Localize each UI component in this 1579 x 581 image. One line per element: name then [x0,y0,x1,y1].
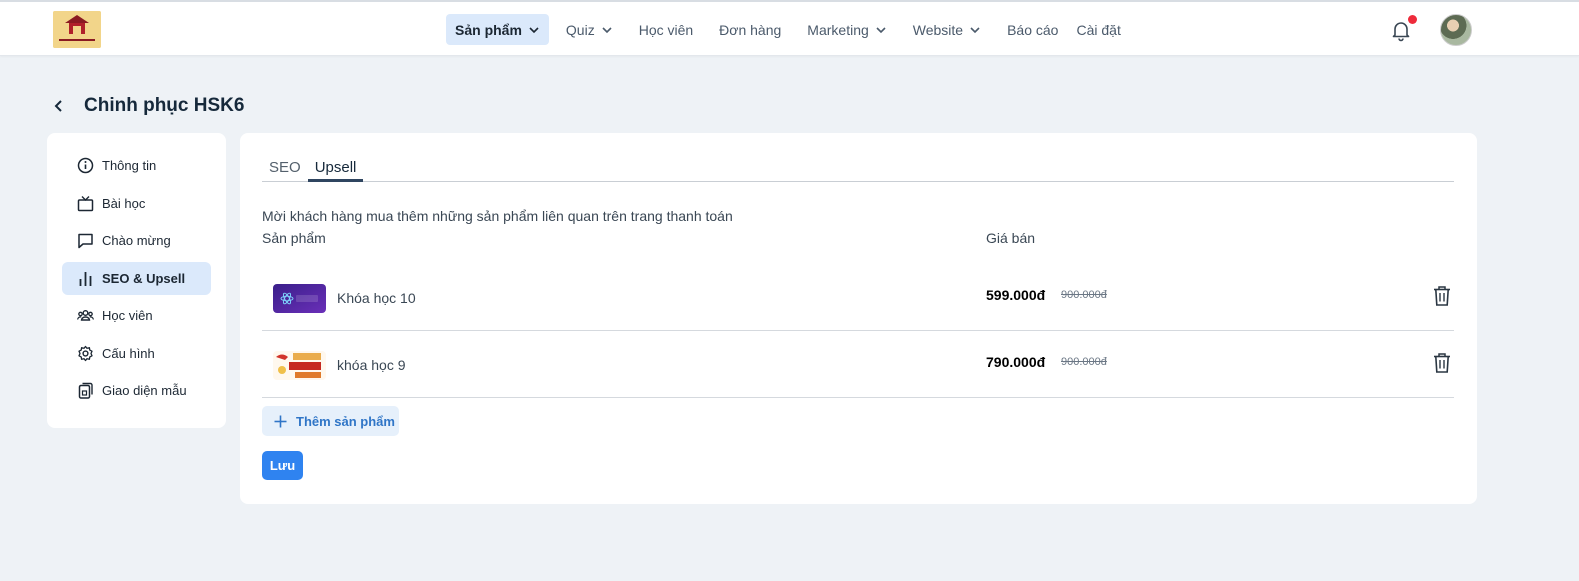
sidebar-item-lessons[interactable]: Bài học [62,187,211,220]
column-header-product: Sản phẩm [262,230,326,246]
chevron-left-icon [54,100,62,112]
chevron-down-icon [970,26,980,33]
page-title: Chinh phục HSK6 [84,95,245,116]
sidebar-item-label: Giao diện mẫu [102,383,187,398]
gear-icon [77,345,94,362]
nav-item-label: Quiz [565,21,595,38]
nav-item-label: Marketing [807,21,869,38]
avatar[interactable] [1440,14,1472,46]
sidebar-item-label: Cấu hình [102,345,155,361]
main-nav: Sản phẩm Quiz Học viên Đơn hàng Marketin… [446,14,1130,45]
product-thumbnail [273,351,326,380]
column-header-price: Giá bán [986,230,1036,246]
info-icon [77,157,94,174]
sidebar-item-info[interactable]: Thông tin [62,149,211,182]
trash-icon[interactable] [1432,352,1452,374]
sidebar-item-label: Chào mừng [102,233,171,248]
sidebar-item-students[interactable]: Học viên [62,299,211,332]
chevron-down-icon [529,26,539,33]
nav-item-website[interactable]: Website [904,14,990,45]
nav-item-settings[interactable]: Cài đặt [1067,14,1129,45]
nav-item-quiz[interactable]: Quiz [557,14,622,45]
nav-item-students[interactable]: Học viên [630,14,702,45]
product-old-price: 900.000đ [1061,356,1107,368]
tab-upsell[interactable]: Upsell [307,159,364,182]
bar-chart-icon [77,270,94,287]
message-icon [77,232,94,249]
page-header: Chinh phục HSK6 [50,92,244,120]
top-navbar: Sản phẩm Quiz Học viên Đơn hàng Marketin… [0,0,1579,56]
sidebar-item-label: SEO & Upsell [102,270,186,286]
sidebar-item-label: Bài học [102,195,146,211]
template-icon [77,382,94,399]
sidebar-item-label: Học viên [102,308,153,323]
sidebar-item-label: Thông tin [102,158,157,173]
sidebar-item-seo-upsell[interactable]: SEO & Upsell [62,261,211,295]
sidebar-item-templates[interactable]: Giao diện mẫu [62,374,211,407]
tab-seo[interactable]: SEO [262,159,308,181]
nav-item-products[interactable]: Sản phẩm [446,14,549,45]
product-price: 599.000đ [986,287,1046,303]
course-sidebar: Thông tin Bài học Chào mừng SEO & Upsell… [47,133,226,428]
product-price: 790.000đ [986,354,1046,370]
nav-item-label: Đơn hàng [719,21,782,38]
nav-item-label: Website [912,21,964,38]
add-product-button[interactable]: Thêm sản phẩm [262,406,399,436]
product-old-price: 900.000đ [1061,289,1107,301]
chevron-down-icon [602,26,612,33]
nav-item-label: Báo cáo [1007,21,1059,38]
tab-bar: SEO Upsell [262,159,1454,182]
chevron-down-icon [876,26,886,33]
sidebar-item-config[interactable]: Cấu hình [62,337,211,370]
nav-item-marketing[interactable]: Marketing [798,14,895,45]
nav-item-orders[interactable]: Đơn hàng [710,14,790,45]
notification-dot [1408,15,1417,24]
plus-icon [274,415,287,427]
trash-icon[interactable] [1432,285,1452,307]
users-icon [77,307,94,324]
nav-item-label: Học viên [638,21,694,38]
tv-icon [77,195,94,212]
nav-item-label: Sản phẩm [455,21,522,38]
nav-item-label: Cài đặt [1076,21,1121,38]
product-thumbnail [273,284,326,313]
product-name: Khóa học 10 [337,290,416,306]
product-name: khóa học 9 [337,357,406,373]
upsell-description: Mời khách hàng mua thêm những sản phẩm l… [262,208,733,224]
back-button[interactable] [50,97,68,115]
sidebar-item-welcome[interactable]: Chào mừng [62,224,211,257]
nav-item-reports[interactable]: Báo cáo [998,14,1067,45]
save-button[interactable]: Lưu [262,451,303,480]
add-product-label: Thêm sản phẩm [296,413,395,429]
brand-logo[interactable] [53,11,101,48]
upsell-panel: SEO Upsell Mời khách hàng mua thêm những… [240,133,1477,504]
table-row: Khóa học 10 599.000đ 900.000đ [262,264,1454,331]
table-row: khóa học 9 790.000đ 900.000đ [262,331,1454,398]
